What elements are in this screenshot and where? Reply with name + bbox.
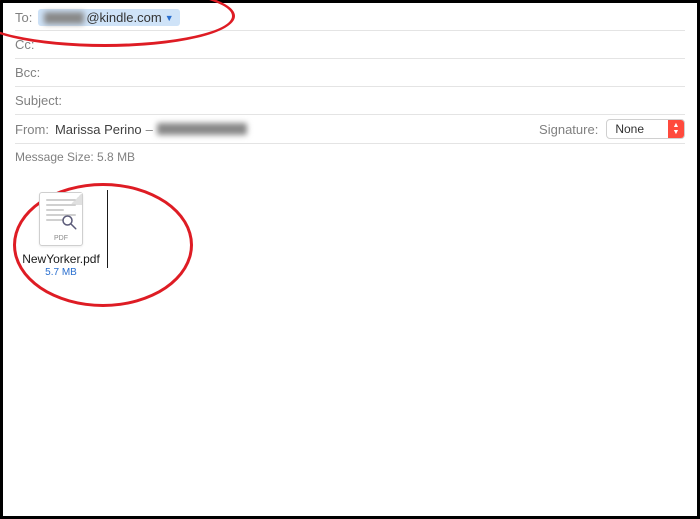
redacted-text: xxxxxxxxx — [157, 123, 247, 135]
from-name: Marissa Perino — [55, 122, 142, 137]
pdf-file-icon: PDF — [39, 192, 83, 246]
message-body[interactable]: PDF NewYorker.pdf 5.7 MB — [3, 172, 697, 298]
to-address-chip[interactable]: xxxx @kindle.com ▼ — [38, 9, 179, 26]
chevron-down-icon[interactable]: ▼ — [165, 13, 174, 23]
message-size-label: Message Size: — [15, 150, 94, 164]
from-field-row: From: Marissa Perino – xxxxxxxxx Signatu… — [15, 115, 685, 144]
bcc-field-row[interactable]: Bcc: — [15, 59, 685, 87]
signature-label: Signature: — [539, 122, 598, 137]
preview-icon — [60, 213, 78, 231]
attachment[interactable]: PDF NewYorker.pdf 5.7 MB — [21, 192, 101, 278]
subject-label: Subject: — [15, 93, 62, 108]
to-label: To: — [15, 10, 32, 25]
subject-field-row[interactable]: Subject: — [15, 87, 685, 115]
message-size-row: Message Size: 5.8 MB — [15, 144, 685, 172]
to-field-row[interactable]: To: xxxx @kindle.com ▼ — [15, 3, 685, 31]
signature-select[interactable]: None ▲▼ — [606, 119, 685, 139]
cc-field-row[interactable]: Cc: — [15, 31, 685, 59]
from-separator: – — [146, 122, 153, 137]
attachment-filename: NewYorker.pdf — [22, 252, 100, 266]
redacted-text: xxxx — [44, 12, 84, 24]
message-size-value: 5.8 MB — [97, 150, 135, 164]
attachment-size: 5.7 MB — [45, 267, 77, 278]
cc-label: Cc: — [15, 37, 35, 52]
bcc-label: Bcc: — [15, 65, 40, 80]
stepper-icon: ▲▼ — [668, 119, 684, 139]
to-address-suffix: @kindle.com — [86, 10, 161, 25]
pdf-badge: PDF — [40, 235, 82, 242]
signature-selected: None — [607, 122, 668, 136]
text-cursor — [107, 190, 108, 268]
from-label: From: — [15, 122, 49, 137]
